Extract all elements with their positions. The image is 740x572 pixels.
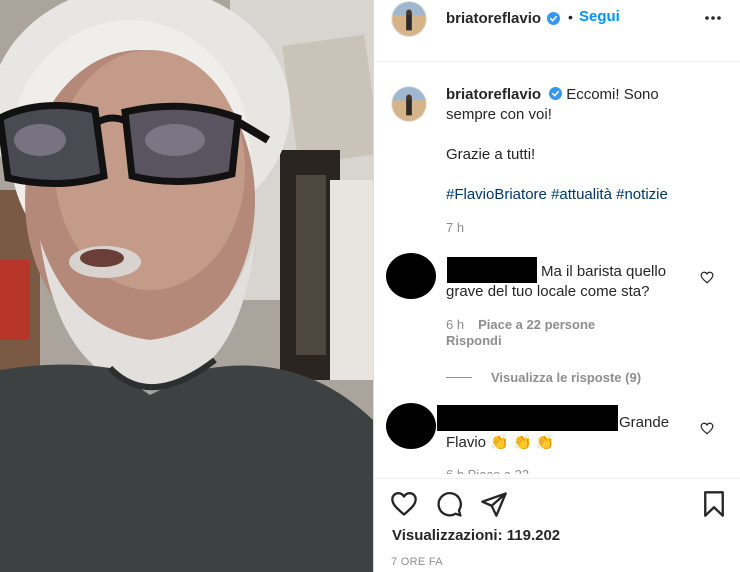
bookmark-icon[interactable] (700, 490, 728, 518)
heart-icon[interactable] (390, 490, 418, 518)
share-icon[interactable] (480, 490, 508, 518)
views-count: Visualizzazioni: 119.202 (392, 527, 561, 544)
separator-dot: • (568, 9, 573, 25)
hashtag-link[interactable]: #notizie (616, 186, 668, 203)
hashtag-link[interactable]: #FlavioBriatore (446, 186, 547, 203)
author-username[interactable]: briatoreflavio (446, 10, 541, 27)
post-caption: briatoreflavio Eccomi! Sono sempre con v… (446, 85, 726, 205)
verified-icon (547, 12, 560, 25)
caption-username[interactable]: briatoreflavio (446, 86, 541, 103)
redacted-username (447, 257, 537, 283)
video-frame (0, 0, 373, 572)
comment-time: 6 h (446, 317, 465, 332)
verified-icon (549, 87, 563, 100)
post-sidebar: briatoreflavio • Segui briatoreflavio Ec… (373, 0, 740, 572)
more-options-icon[interactable] (703, 10, 723, 26)
view-replies-button[interactable]: Visualizza le risposte (9) (491, 370, 641, 385)
post-header: briatoreflavio • Segui (374, 0, 740, 62)
replies-divider (446, 377, 472, 378)
comment-meta: 6 h Piace a 22 persone (446, 317, 595, 332)
caption-avatar[interactable] (391, 86, 427, 122)
like-comment-icon[interactable] (700, 271, 714, 284)
comment-text-line1: Grande (619, 414, 670, 431)
comment-text-line2: grave del tuo locale come sta? (446, 283, 650, 300)
comment-text-line2: Flavio 👏 👏 👏 (446, 434, 555, 451)
comment-likes[interactable]: Piace a 22 persone (478, 317, 595, 332)
follow-button[interactable]: Segui (579, 8, 620, 25)
comment-text-line1: Ma il barista quello (541, 263, 667, 280)
post-media[interactable] (0, 0, 373, 572)
caption-thanks: Grazie a tutti! (446, 146, 536, 163)
caption-time: 7 h (446, 220, 465, 235)
commenter-avatar[interactable] (386, 403, 436, 449)
comment-icon[interactable] (435, 490, 463, 518)
comment-meta-cutoff: 6 h Piace a 22 (446, 467, 529, 474)
post-timestamp: 7 ORE FA (391, 556, 443, 568)
caption-hashtags: #FlavioBriatore #attualità #notizie (446, 185, 726, 205)
commenter-avatar[interactable] (386, 253, 436, 299)
reply-button[interactable]: Rispondi (446, 333, 502, 348)
caption-text-line1: Eccomi! Sono (566, 86, 659, 103)
author-avatar[interactable] (391, 1, 427, 37)
redacted-username (437, 405, 618, 431)
hashtag-link[interactable]: #attualità (551, 186, 612, 203)
like-comment-icon[interactable] (700, 422, 714, 435)
caption-text-line2: sempre con voi! (446, 106, 552, 123)
post-actions: Visualizzazioni: 119.202 7 ORE FA (374, 478, 740, 572)
